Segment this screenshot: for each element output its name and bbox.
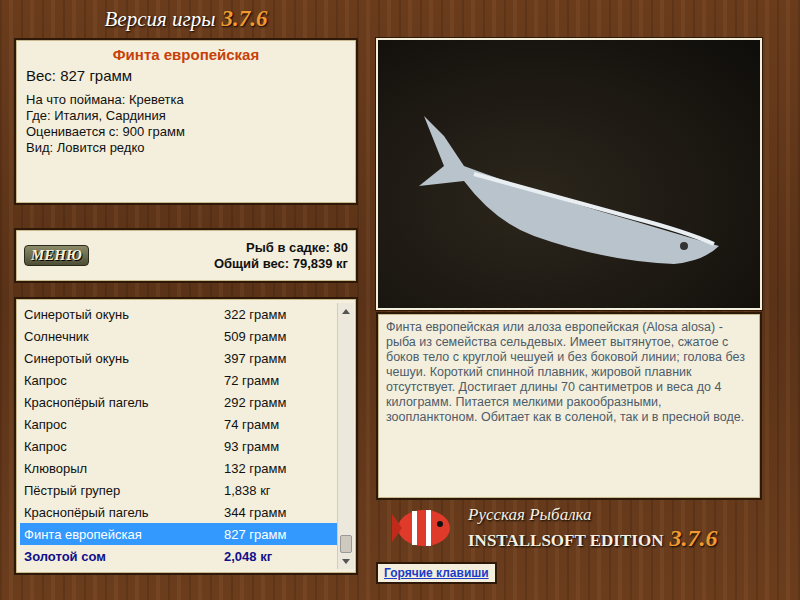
scrollbar[interactable] [337,303,354,569]
catch-row[interactable]: Капрос72 грамм [20,369,337,391]
fish-card: Финта европейская Вес: 827 грамм На что по… [14,38,358,205]
fish-photo [376,38,762,310]
game-screen: Версия игры3.7.6 Финта европейская Вес: 82… [0,0,800,600]
scroll-up-icon[interactable] [338,303,354,319]
catch-row[interactable]: Краснопёрый пагель344 грамм [20,501,337,523]
catch-row[interactable]: Пёстрый групер1,838 кг [20,479,337,501]
summary-panel: МЕНЮ Рыб в садке: 80Общий вес: 79,839 кг [14,228,358,283]
catch-row[interactable]: Солнечник509 грамм [20,325,337,347]
fish-detail: Оценивается с: 900 грамм [26,124,346,140]
catch-row[interactable]: Капрос93 грамм [20,435,337,457]
version-title: Версия игры3.7.6 [14,0,358,38]
catch-row[interactable]: Синеротый окунь322 грамм [20,303,337,325]
fish-detail: Где: Италия, Сардиния [26,108,346,124]
hotkeys-link[interactable]: Горячие клавиши [376,562,497,584]
catch-row[interactable]: Клюворыл132 грамм [20,457,337,479]
catch-row[interactable]: Финта европейская827 грамм [20,523,337,545]
fish-name: Финта европейская [26,46,346,63]
fish-weight: Вес: 827 грамм [26,67,346,84]
fish-description: Финта европейская или алоза европейская … [376,312,762,500]
catch-row[interactable]: Краснопёрый пагель292 грамм [20,391,337,413]
scroll-down-icon[interactable] [338,553,354,569]
logo-fish-icon [390,500,460,556]
fish-count: Рыб в садке: 80 [214,240,348,256]
menu-button[interactable]: МЕНЮ [24,245,89,266]
catch-row[interactable]: Золотой сом2,048 кг [20,545,337,567]
catch-row[interactable]: Капрос74 грамм [20,413,337,435]
catch-row[interactable]: Синеротый окунь397 грамм [20,347,337,369]
fish-icon [384,46,754,302]
fish-detail: На что поймана: Креветка [26,92,346,108]
catch-list: Синеротый окунь322 граммСолнечник509 гра… [14,297,358,575]
game-logo: Русская РыбалкаINSTALLSOFT EDITION3.7.6 [376,500,762,556]
fish-detail: Вид: Ловится редко [26,140,346,156]
total-weight: Общий вес: 79,839 кг [214,256,348,272]
scroll-thumb[interactable] [340,535,352,553]
